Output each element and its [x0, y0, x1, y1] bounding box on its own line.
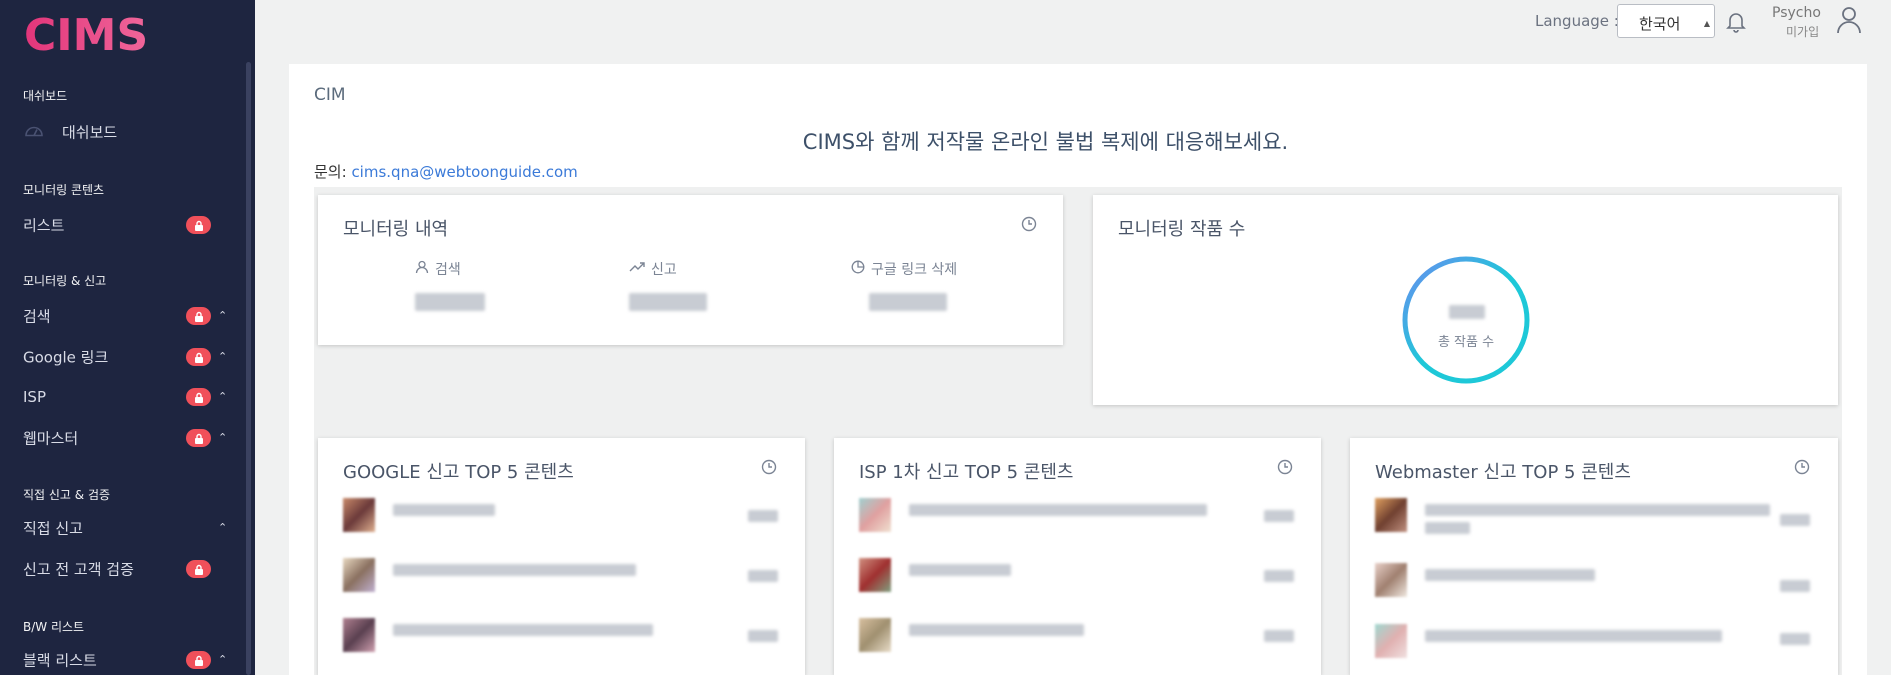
sidebar-item-label: Google 링크 — [23, 348, 109, 367]
sidebar-item-label: 검색 — [23, 307, 51, 326]
list-item[interactable] — [1375, 498, 1815, 538]
thumbnail — [343, 498, 375, 532]
user-status: 미가입 — [1786, 25, 1820, 39]
ring-caption: 총 작품 수 — [1437, 335, 1495, 350]
list-item[interactable] — [1375, 563, 1815, 603]
lock-icon — [186, 216, 211, 234]
section-title-monitoring-report: 모니터링 & 신고 — [23, 274, 107, 288]
sidebar-item-label: 웹마스터 — [23, 429, 79, 448]
google-top5-panel: GOOGLE 신고 TOP 5 콘텐츠 — [318, 438, 805, 675]
sidebar-item-direct-report[interactable]: 직접 신고 ⌃ — [0, 510, 240, 546]
cims-logo[interactable]: CIMS — [24, 10, 154, 61]
trend-up-icon — [629, 261, 645, 277]
chevron-up-icon: ⌃ — [218, 652, 228, 666]
list-item[interactable] — [1375, 624, 1815, 664]
stat-google-link-delete: 구글 링크 삭제 — [851, 259, 1051, 311]
chevron-up-icon: ⌃ — [218, 349, 228, 363]
stat-report: 신고 — [629, 259, 829, 311]
sidebar: CIMS 대쉬보드 대쉬보드 모니터링 콘텐츠 리스트 모니터링 & 신고 검색… — [0, 0, 255, 675]
user-icon[interactable] — [1835, 5, 1863, 39]
section-title-direct-report: 직접 신고 & 검증 — [23, 488, 111, 502]
isp-top5-panel: ISP 1차 신고 TOP 5 콘텐츠 — [834, 438, 1321, 675]
page-headline: CIMS와 함께 저작물 온라인 불법 복제에 대응해보세요. — [802, 130, 1289, 154]
thumbnail — [343, 558, 375, 592]
lock-icon — [186, 560, 211, 578]
chevron-up-icon: ⌃ — [218, 389, 228, 403]
caret-icon: ▲ — [1703, 19, 1710, 28]
section-title-dashboard: 대쉬보드 — [23, 89, 68, 103]
list-item[interactable] — [343, 498, 783, 538]
contact-label: 문의: — [314, 163, 347, 181]
sidebar-item-search[interactable]: 검색 ⌃ — [0, 298, 240, 334]
user-icon — [415, 260, 429, 278]
sidebar-item-label: 신고 전 고객 검증 — [23, 560, 134, 579]
list-item[interactable] — [859, 558, 1299, 598]
thumbnail — [343, 618, 375, 652]
sidebar-item-blacklist[interactable]: 블랙 리스트 ⌃ — [0, 642, 240, 675]
section-title-monitoring-content: 모니터링 콘텐츠 — [23, 183, 105, 197]
logo-text: CIMS — [24, 12, 148, 54]
lock-icon — [186, 651, 211, 669]
clock-icon[interactable] — [1794, 459, 1810, 479]
total-works-value-redacted — [1449, 305, 1485, 319]
clock-icon[interactable] — [1021, 216, 1037, 236]
stat-value-redacted — [415, 293, 485, 311]
sidebar-item-label: ISP — [23, 388, 46, 406]
list-item[interactable] — [859, 498, 1299, 538]
monitoring-history-panel: 모니터링 내역 검색 신고 구글 링크 삭제 — [318, 195, 1063, 345]
sidebar-item-isp[interactable]: ISP ⌃ — [0, 379, 240, 415]
section-title-bw-list: B/W 리스트 — [23, 620, 85, 634]
panel-title: Webmaster 신고 TOP 5 콘텐츠 — [1375, 462, 1631, 483]
sidebar-item-pre-report-verify[interactable]: 신고 전 고객 검증 — [0, 551, 240, 587]
pie-chart-icon — [851, 260, 865, 278]
lock-icon — [186, 429, 211, 447]
sidebar-item-label: 리스트 — [23, 216, 65, 235]
list-item[interactable] — [343, 618, 783, 658]
panel-title: GOOGLE 신고 TOP 5 콘텐츠 — [343, 462, 574, 483]
panel-title: 모니터링 내역 — [343, 219, 449, 240]
monitoring-works-panel: 모니터링 작품 수 총 작품 수 — [1093, 195, 1838, 405]
stat-label: 검색 — [435, 262, 461, 278]
thumbnail — [859, 618, 891, 652]
lock-icon — [186, 388, 211, 406]
thumbnail — [859, 498, 891, 532]
total-works-ring: 총 작품 수 — [1401, 255, 1531, 385]
sidebar-item-label: 직접 신고 — [23, 519, 83, 538]
sidebar-item-list[interactable]: 리스트 — [0, 207, 240, 243]
breadcrumb: CIM — [314, 85, 346, 105]
sidebar-item-webmaster[interactable]: 웹마스터 ⌃ — [0, 420, 240, 456]
stat-value-redacted — [869, 293, 947, 311]
stat-label: 구글 링크 삭제 — [871, 262, 958, 278]
chevron-up-icon: ⌃ — [218, 430, 228, 444]
chevron-up-icon: ⌃ — [218, 308, 228, 322]
user-name[interactable]: Psycho — [1772, 5, 1821, 21]
lock-icon — [186, 348, 211, 366]
panel-title: ISP 1차 신고 TOP 5 콘텐츠 — [859, 462, 1074, 483]
stat-label: 신고 — [651, 262, 677, 278]
list-item[interactable] — [343, 558, 783, 598]
sidebar-item-label: 블랙 리스트 — [23, 651, 97, 670]
stat-value-redacted — [629, 293, 707, 311]
panel-title: 모니터링 작품 수 — [1118, 219, 1246, 240]
thumbnail — [1375, 498, 1407, 532]
sidebar-item-google-link[interactable]: Google 링크 ⌃ — [0, 339, 240, 375]
bell-icon[interactable] — [1726, 11, 1746, 37]
clock-icon[interactable] — [761, 459, 777, 479]
language-value: 한국어 — [1639, 15, 1681, 33]
language-select[interactable]: 한국어 ▲ — [1617, 4, 1715, 38]
lock-icon — [186, 307, 211, 325]
list-item[interactable] — [859, 618, 1299, 658]
webmaster-top5-panel: Webmaster 신고 TOP 5 콘텐츠 — [1350, 438, 1838, 675]
thumbnail — [1375, 563, 1407, 597]
thumbnail — [859, 558, 891, 592]
contact-email-link[interactable]: cims.qna@webtoonguide.com — [351, 163, 577, 181]
contact-line: 문의: cims.qna@webtoonguide.com — [314, 161, 578, 182]
thumbnail — [1375, 624, 1407, 658]
language-label: Language : — [1535, 12, 1619, 30]
chevron-up-icon: ⌃ — [218, 520, 228, 534]
clock-icon[interactable] — [1277, 459, 1293, 479]
stat-search: 검색 — [415, 259, 615, 311]
